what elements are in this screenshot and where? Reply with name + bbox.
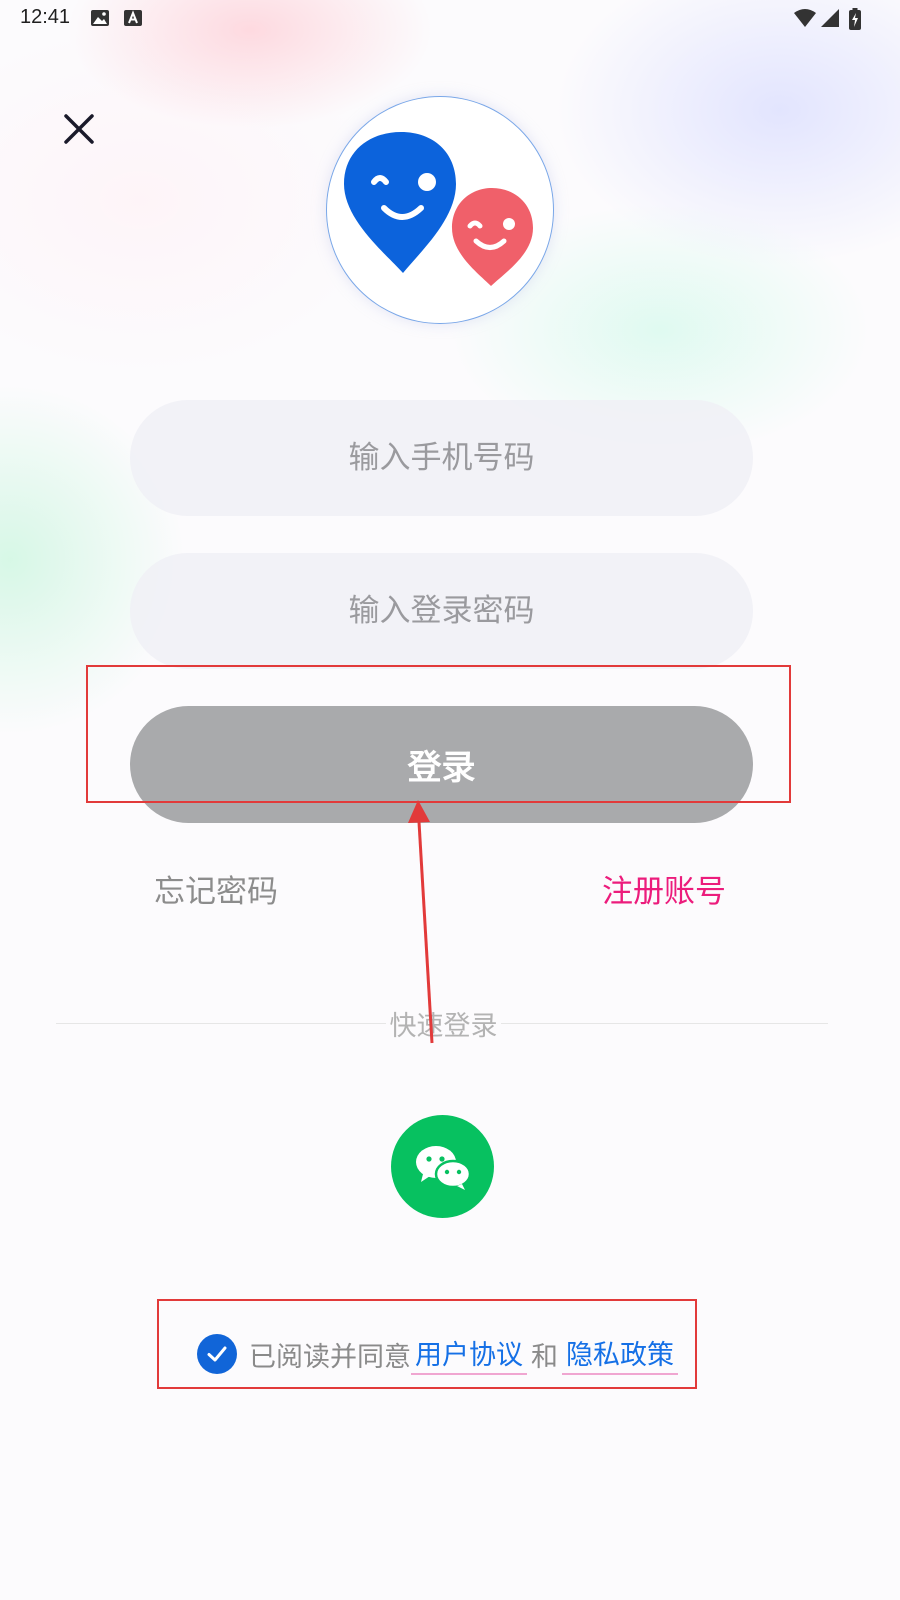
battery-charging-icon — [849, 8, 861, 34]
image-icon — [90, 8, 110, 32]
smiling-map-pins-logo — [344, 132, 533, 286]
status-bar: 12:41 — [0, 0, 900, 36]
forgot-password-link[interactable]: 忘记密码 — [154, 866, 278, 911]
wifi-icon — [793, 8, 817, 32]
login-button[interactable]: 登录 — [130, 706, 753, 823]
phone-input[interactable] — [130, 400, 753, 516]
signal-icon — [820, 8, 840, 32]
agreement-prefix: 已阅读并同意 — [249, 1341, 411, 1373]
checkmark-icon — [207, 1346, 227, 1362]
font-a-icon — [123, 8, 143, 32]
close-button[interactable] — [54, 104, 104, 154]
register-link[interactable]: 注册账号 — [602, 866, 726, 911]
quick-login-label: 快速登录 — [389, 1011, 498, 1042]
close-icon — [64, 114, 94, 144]
status-time: 12:41 — [20, 6, 71, 28]
wechat-icon — [415, 1145, 471, 1190]
wechat-login-button[interactable] — [391, 1115, 494, 1218]
app-logo — [326, 96, 554, 324]
privacy-policy-link[interactable]: 隐私政策 — [562, 1333, 678, 1375]
divider-right — [501, 1023, 828, 1024]
agreement-and: 和 — [531, 1341, 558, 1373]
login-button-label: 登录 — [407, 748, 476, 788]
divider-left — [56, 1023, 386, 1024]
user-agreement-link[interactable]: 用户协议 — [411, 1333, 527, 1375]
password-input[interactable] — [130, 553, 753, 669]
agreement-checkbox[interactable] — [197, 1334, 237, 1374]
agreement-row: 已阅读并同意 用户协议 和 隐私政策 — [197, 1331, 678, 1377]
